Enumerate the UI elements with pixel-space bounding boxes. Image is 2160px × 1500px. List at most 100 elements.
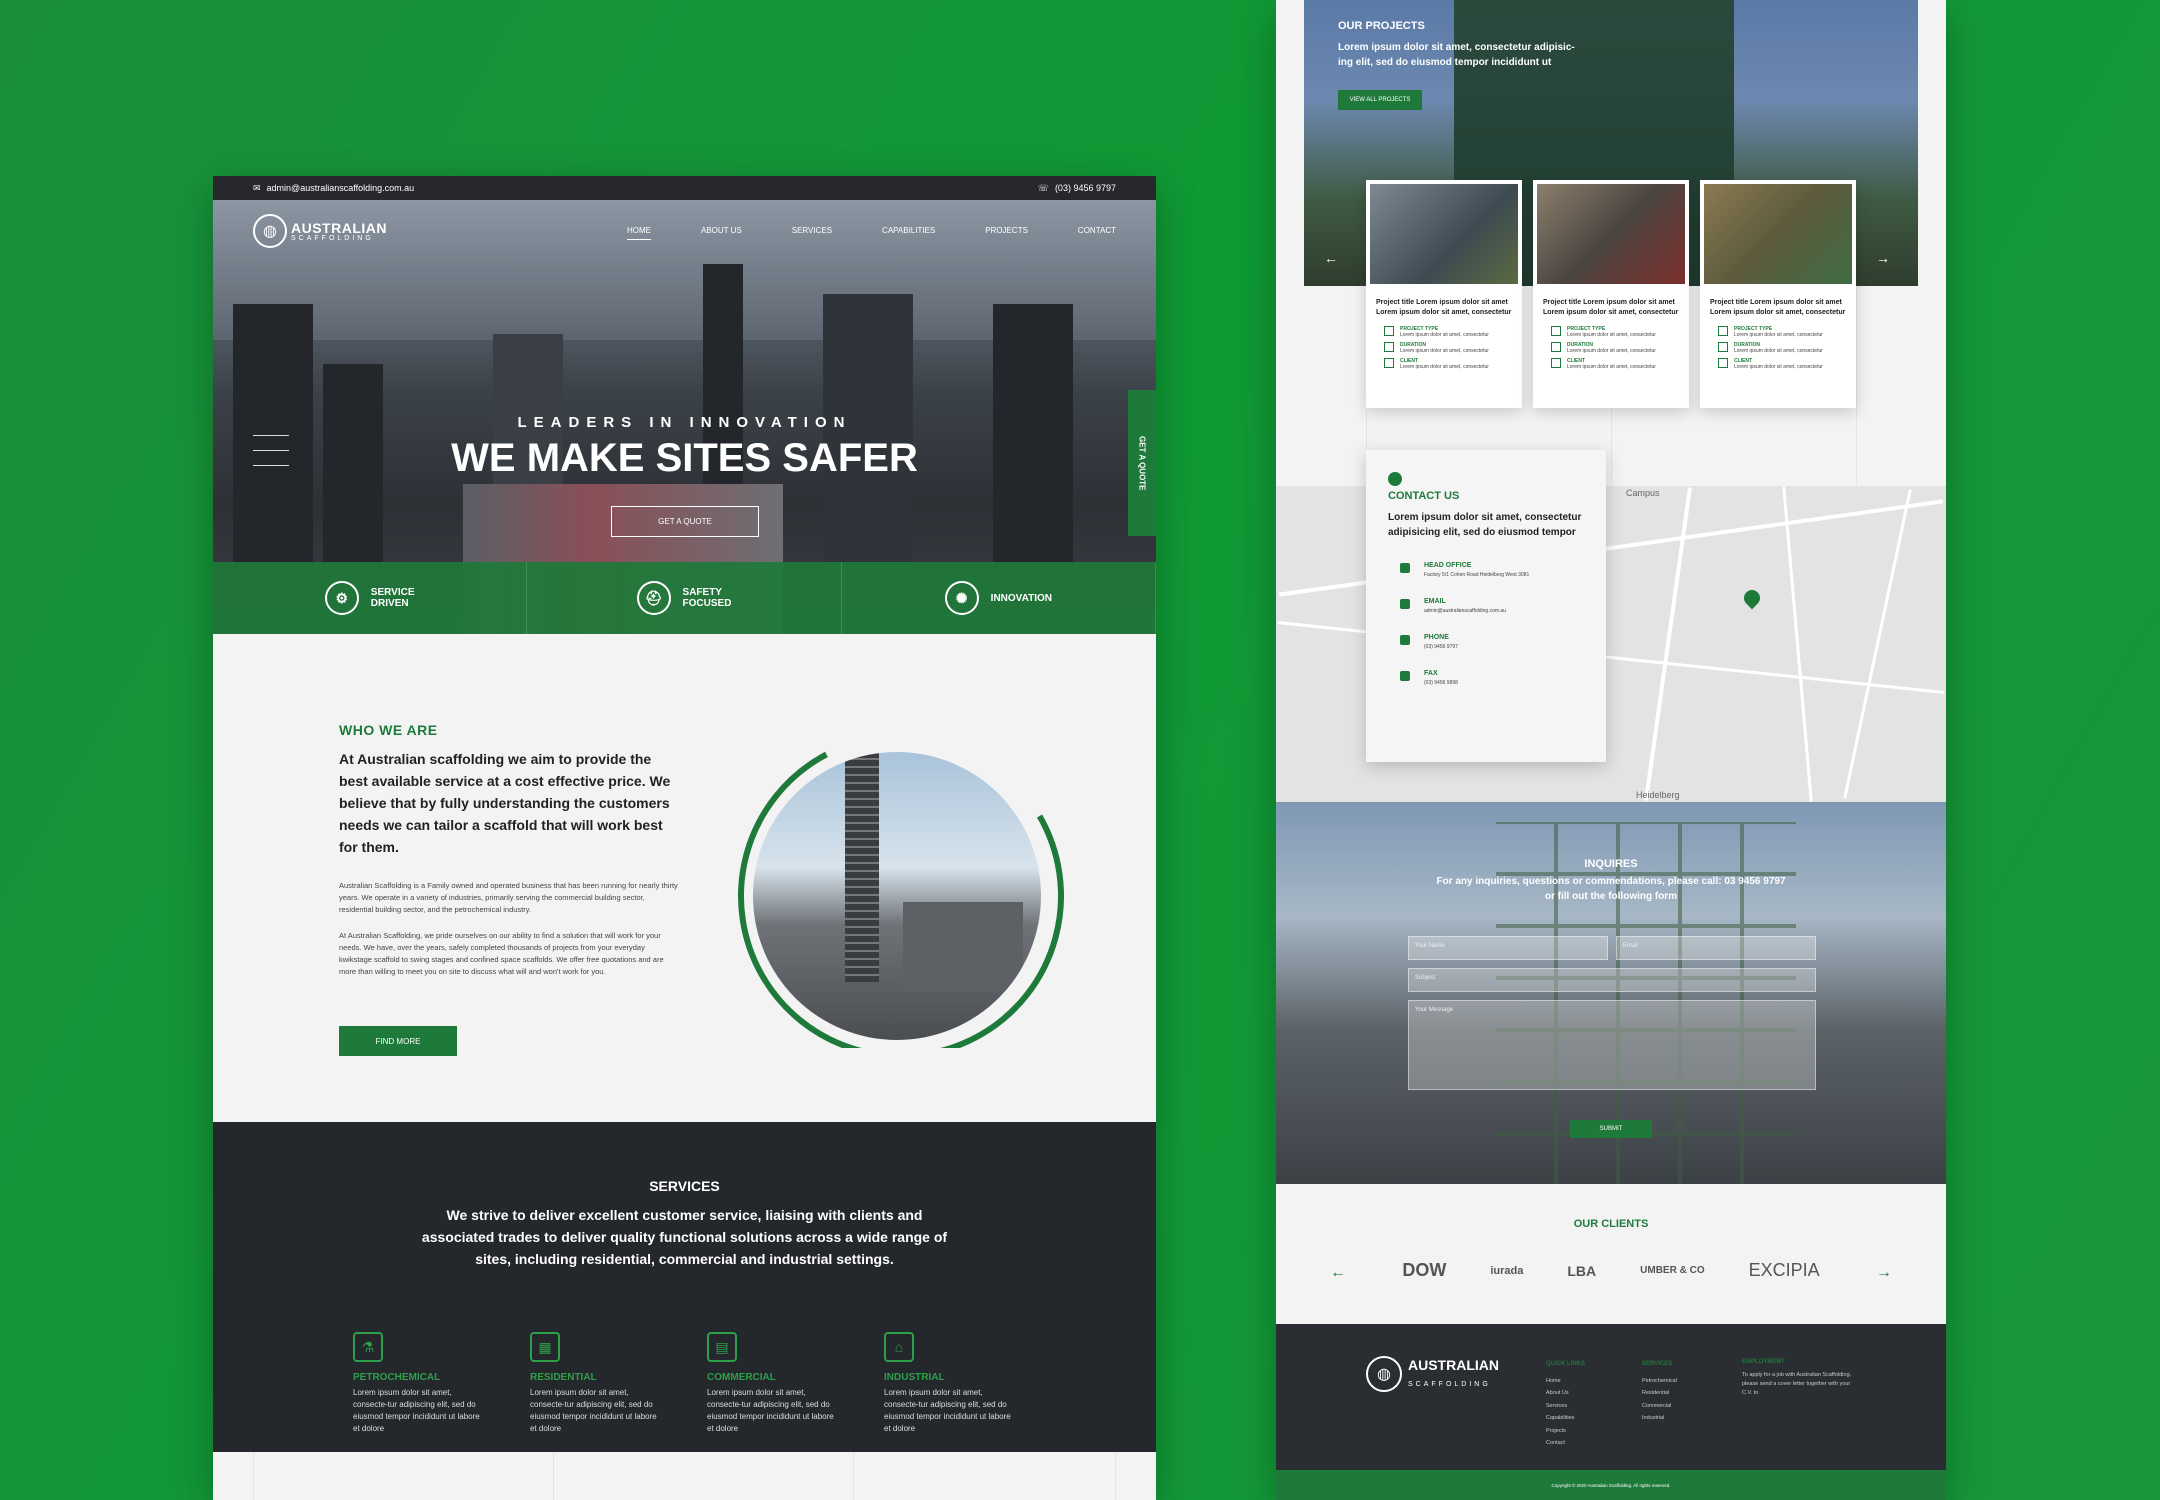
submit-button[interactable]: SUBMIT: [1570, 1120, 1652, 1138]
services-sub: We strive to deliver excellent customer …: [421, 1207, 948, 1267]
feature-service: ⚙ SERVICE DRIVEN: [213, 562, 528, 634]
main-nav: HOME ABOUT US SERVICES CAPABILITIES PROJ…: [626, 226, 1116, 240]
footer-link[interactable]: Residential: [1642, 1387, 1677, 1400]
phone-contact[interactable]: ☏ (03) 9456 9797: [1038, 183, 1116, 194]
find-more-button[interactable]: FIND MORE: [339, 1026, 457, 1056]
contact-email[interactable]: EMAIL admin@australianscaffolding.com.au: [1388, 598, 1584, 614]
service-industrial[interactable]: ⌂ INDUSTRIAL Lorem ipsum dolor sit amet, c…: [884, 1332, 1014, 1435]
hardhat-icon: ⛑: [636, 581, 671, 615]
feature-strip: ⚙ SERVICE DRIVEN ⛑ SAFETY FOCUSED ✺ INNOVATIO…: [213, 562, 1156, 634]
type-icon: [1384, 326, 1394, 336]
phone-icon: ☏: [1037, 182, 1049, 193]
globe-icon: [1388, 472, 1402, 486]
projects-lead: Lorem ipsum dolor sit amet, consectetur …: [1338, 42, 1575, 68]
footer-services: SERVICES Petrochemical Residential Comme…: [1642, 1358, 1677, 1425]
fax-icon: [1400, 671, 1410, 681]
who-paragraph-2: At Australian Scaffolding, we pride ours…: [339, 931, 664, 976]
footer-link[interactable]: Commercial: [1642, 1400, 1677, 1413]
top-bar: ✉ admin@australianscaffolding.com.au ☏ (03…: [213, 176, 1156, 200]
footer-link[interactable]: Services: [1546, 1400, 1585, 1413]
clients-heading: OUR CLIENTS: [1573, 1218, 1649, 1230]
mail-icon: ✉: [253, 182, 261, 193]
service-residential[interactable]: ▦ RESIDENTIAL Lorem ipsum dolor sit amet, …: [530, 1332, 660, 1435]
map-road: [1843, 489, 1912, 799]
nav-contact[interactable]: CONTACT: [1078, 226, 1116, 240]
name-input[interactable]: Your Name: [1408, 936, 1608, 960]
contact-head-office: HEAD OFFICE Factory 5/1 Cohen Road Heidel…: [1388, 562, 1584, 578]
map-road: [1782, 486, 1813, 802]
client-logo: EXCIPIA: [1748, 1260, 1820, 1280]
copyright-bar: Copyright © 2020 Australian Scaffolding.…: [1276, 1470, 1946, 1500]
building: [233, 304, 313, 564]
footer-link[interactable]: Industrial: [1642, 1412, 1677, 1425]
project-card[interactable]: Project title Lorem ipsum dolor sit amet…: [1533, 180, 1689, 408]
side-quote-tab[interactable]: GET A QUOTE: [1128, 390, 1156, 536]
contact-heading: CONTACT US: [1388, 490, 1460, 502]
clock-icon: [1384, 342, 1394, 352]
project-image: [1537, 184, 1685, 284]
client-logo: LBA: [1567, 1262, 1597, 1279]
homepage-mockup: ✉ admin@australianscaffolding.com.au ☏ (03…: [213, 176, 1156, 1500]
service-petrochemical[interactable]: ⚗ PETROCHEMICAL Lorem ipsum dolor sit amet…: [353, 1332, 483, 1435]
who-heading: WHO WE ARE: [339, 722, 438, 738]
client-logo: DOW: [1402, 1260, 1447, 1280]
user-icon: [1718, 358, 1728, 368]
email-contact[interactable]: ✉ admin@australianscaffolding.com.au: [253, 183, 414, 194]
view-all-projects-button[interactable]: VIEW ALL PROJECTS: [1338, 90, 1422, 110]
footer-link[interactable]: Contact: [1546, 1437, 1585, 1450]
footer-link[interactable]: Capabilities: [1546, 1412, 1585, 1425]
projects-header: OUR PROJECTS Lorem ipsum dolor sit amet,…: [1338, 20, 1588, 70]
tower-scaffold: [845, 752, 879, 982]
building: [993, 304, 1073, 564]
australia-globe-icon: ◍: [253, 214, 287, 248]
industrial-tower-photo: [753, 752, 1041, 1040]
phone-icon: [1400, 635, 1410, 645]
footer-logo[interactable]: ◍ AUSTRALIAN SCAFFOLDING: [1366, 1356, 1499, 1392]
inquiries-section: INQUIRES For any inquiries, questions or…: [1276, 802, 1946, 1184]
contact-card: CONTACT US Lorem ipsum dolor sit amet, c…: [1366, 450, 1606, 762]
arrow-right-icon[interactable]: →: [1876, 1264, 1892, 1282]
clock-icon: [1718, 342, 1728, 352]
nav-about[interactable]: ABOUT US: [701, 226, 742, 240]
footer-link[interactable]: Projects: [1546, 1425, 1585, 1438]
map-label-campus: Campus: [1626, 488, 1660, 498]
nav-projects[interactable]: PROJECTS: [985, 226, 1028, 240]
footer: ◍ AUSTRALIAN SCAFFOLDING QUICK LINKS Home …: [1276, 1324, 1946, 1470]
inquiries-heading: INQUIRES: [1584, 858, 1638, 870]
message-textarea[interactable]: Your Message: [1408, 1000, 1816, 1090]
hero-tagline: LEADERS IN INNOVATION: [517, 414, 852, 431]
inner-pages-mockup: OUR PROJECTS Lorem ipsum dolor sit amet,…: [1276, 0, 1946, 1500]
footer-link[interactable]: Petrochemical: [1642, 1375, 1677, 1388]
feature-safety: ⛑ SAFETY FOCUSED: [527, 562, 842, 634]
footer-link[interactable]: Home: [1546, 1375, 1585, 1388]
footer-link[interactable]: About Us: [1546, 1387, 1585, 1400]
contact-phone[interactable]: PHONE (03) 9456 9797: [1388, 634, 1584, 650]
subject-input[interactable]: Subject: [1408, 968, 1816, 992]
email-input[interactable]: Email: [1616, 936, 1816, 960]
project-card[interactable]: Project title Lorem ipsum dolor sit amet…: [1700, 180, 1856, 408]
australia-globe-icon: ◍: [1366, 1356, 1402, 1392]
arrow-right-icon[interactable]: →: [1876, 250, 1890, 266]
refinery-icon: ⚗: [353, 1332, 383, 1362]
user-icon: [1551, 358, 1561, 368]
mail-icon: [1400, 599, 1410, 609]
nav-home[interactable]: HOME: [626, 226, 651, 240]
who-lead: At Australian scaffolding we aim to prov…: [339, 751, 671, 855]
client-logo: iurada: [1490, 1264, 1524, 1277]
lightbulb-icon: ✺: [944, 581, 979, 615]
arrow-left-icon[interactable]: ←: [1324, 250, 1338, 266]
nav-services[interactable]: SERVICES: [792, 226, 832, 240]
building-icon: ▦: [530, 1332, 560, 1362]
service-commercial[interactable]: ▤ COMMERCIAL Lorem ipsum dolor sit amet, c…: [707, 1332, 837, 1435]
get-quote-button[interactable]: GET A QUOTE: [611, 506, 759, 537]
brand-logo[interactable]: ◍ AUSTRALIAN SCAFFOLDING: [253, 214, 387, 248]
services-heading: SERVICES: [649, 1178, 720, 1194]
project-image: [1704, 184, 1852, 284]
footer-quick-links: QUICK LINKS Home About Us Services Capab…: [1546, 1358, 1585, 1450]
map-label-heidelberg: Heidelberg: [1636, 790, 1680, 800]
nav-capabilities[interactable]: CAPABILITIES: [882, 226, 935, 240]
clients-section: OUR CLIENTS ← DOW iurada LBA UMBER & CO …: [1276, 1184, 1946, 1324]
plant-building: [903, 902, 1023, 992]
footer-employment: EMPLOYMENT To apply for a job with Austr…: [1742, 1359, 1852, 1396]
project-card[interactable]: Project title Lorem ipsum dolor sit amet…: [1366, 180, 1522, 408]
